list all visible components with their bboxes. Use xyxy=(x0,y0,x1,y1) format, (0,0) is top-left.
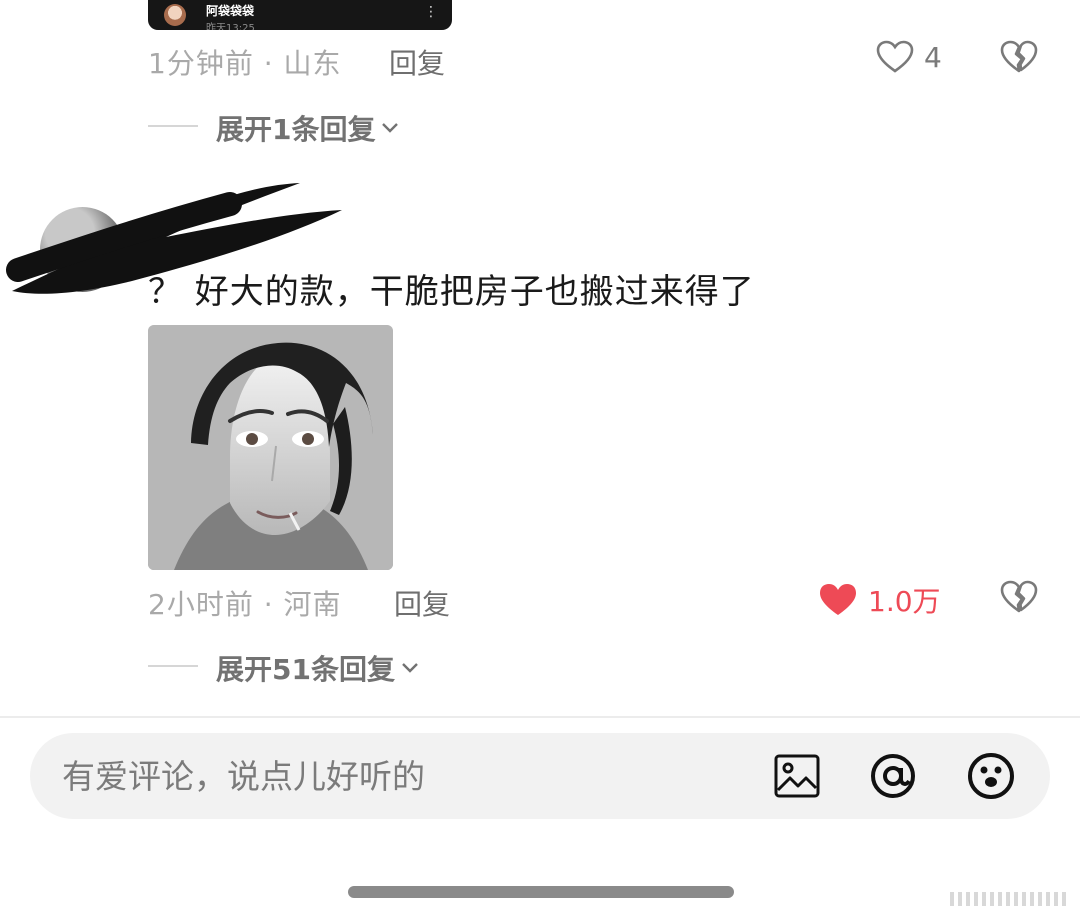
embedded-card-name: 阿袋袋袋 xyxy=(206,4,255,18)
comment-composer[interactable] xyxy=(30,733,1050,819)
reply-button[interactable]: 回复 xyxy=(389,42,445,82)
expand-divider xyxy=(148,665,198,667)
at-icon[interactable] xyxy=(868,751,918,801)
broken-heart-icon xyxy=(1000,580,1038,614)
embedded-card[interactable]: 阿袋袋袋 昨天13:25 ⋮ xyxy=(148,0,452,30)
like-button[interactable]: 1.0万 xyxy=(818,580,941,620)
comment-image[interactable] xyxy=(148,325,393,570)
comment-meta: 1分钟前 · 山东 xyxy=(148,47,342,80)
expand-replies-label: 展开1条回复 xyxy=(216,113,376,146)
expand-replies-label: 展开51条回复 xyxy=(216,653,395,686)
more-icon[interactable]: ⋮ xyxy=(424,4,438,20)
image-icon[interactable] xyxy=(772,751,822,801)
expand-replies-button[interactable]: 展开51条回复 xyxy=(216,648,419,688)
comment-meta: 2小时前 · 河南 xyxy=(148,588,342,621)
character-portrait-image xyxy=(148,325,393,570)
comment-text: ？ 好大的款，干脆把房子也搬过来得了 xyxy=(148,272,755,312)
like-count: 1.0万 xyxy=(868,585,941,618)
emoji-icon[interactable] xyxy=(966,751,1016,801)
comment-input[interactable] xyxy=(60,749,714,803)
like-button[interactable]: 4 xyxy=(876,40,942,74)
chevron-down-icon xyxy=(381,122,399,134)
chevron-down-icon xyxy=(401,662,419,674)
like-count: 4 xyxy=(924,40,942,74)
home-indicator[interactable] xyxy=(348,886,734,898)
embedded-card-time: 昨天13:25 xyxy=(206,23,255,30)
dislike-button[interactable] xyxy=(1000,580,1038,614)
broken-heart-icon xyxy=(1000,40,1038,74)
expand-divider xyxy=(148,125,198,127)
expand-replies-button[interactable]: 展开1条回复 xyxy=(216,108,399,148)
heart-filled-icon xyxy=(818,582,858,618)
dislike-button[interactable] xyxy=(1000,40,1038,74)
watermark-pattern xyxy=(950,892,1066,906)
composer-divider xyxy=(0,716,1080,718)
heart-outline-icon xyxy=(876,40,914,74)
reply-button[interactable]: 回复 xyxy=(394,583,450,623)
mini-avatar xyxy=(164,4,186,26)
